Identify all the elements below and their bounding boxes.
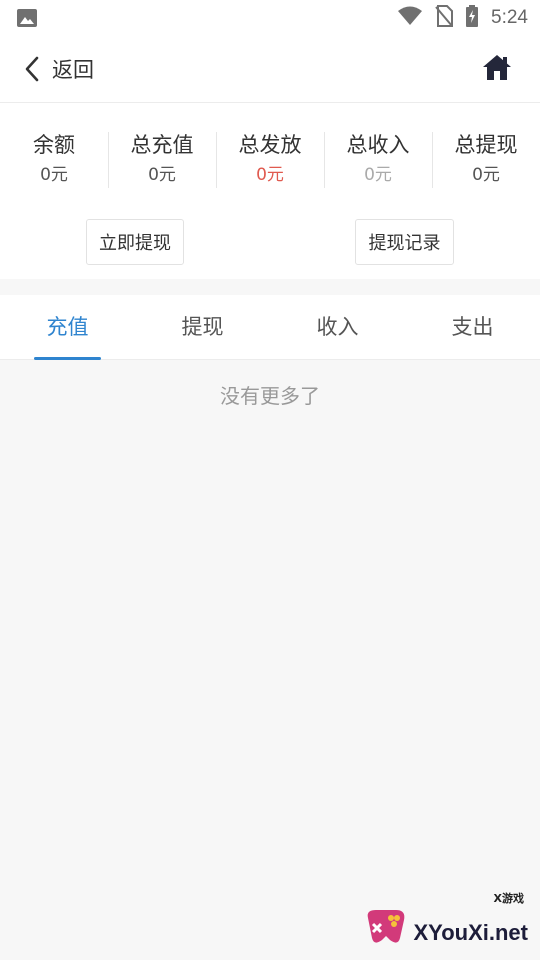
- gamepad-logo-icon: [362, 902, 410, 950]
- status-bar: 5:24: [0, 0, 540, 36]
- tab-recharge[interactable]: 充值: [0, 295, 135, 360]
- tab-income[interactable]: 收入: [270, 295, 405, 359]
- stats-row: 余额 0元 总充值 0元 总发放 0元 总收入 0元 总提现 0元: [0, 127, 540, 191]
- stat-value: 0元: [40, 165, 68, 185]
- tab-expense[interactable]: 支出: [405, 295, 540, 359]
- stat-value: 0元: [364, 165, 392, 185]
- gallery-icon: [16, 8, 38, 28]
- stat-total-recharge: 总充值 0元: [108, 127, 216, 191]
- watermark-small-text: X游戏: [493, 892, 524, 905]
- stats-card: 余额 0元 总充值 0元 总发放 0元 总收入 0元 总提现 0元 立即提现 提…: [0, 103, 540, 279]
- stat-total-issued: 总发放 0元: [216, 127, 324, 191]
- stat-value: 0元: [148, 165, 176, 185]
- withdraw-records-button[interactable]: 提现记录: [355, 219, 454, 265]
- stat-label: 总发放: [238, 133, 302, 157]
- status-time: 5:24: [491, 7, 528, 28]
- nav-bar: 返回: [0, 36, 540, 103]
- watermark: X游戏 XYouXi.net: [362, 892, 532, 950]
- back-label: 返回: [52, 58, 94, 82]
- chevron-left-icon: [24, 56, 40, 82]
- back-button[interactable]: 返回: [24, 50, 94, 88]
- stat-total-income: 总收入 0元: [324, 127, 432, 191]
- battery-charging-icon: [465, 5, 479, 31]
- empty-state-message: 没有更多了: [220, 384, 320, 408]
- stat-label: 总收入: [346, 133, 410, 157]
- withdraw-now-button[interactable]: 立即提现: [86, 219, 184, 265]
- wifi-icon: [397, 6, 423, 30]
- stat-label: 余额: [33, 133, 75, 157]
- stat-label: 总充值: [130, 133, 194, 157]
- stat-value: 0元: [256, 165, 284, 185]
- tab-bar: 充值 提现 收入 支出: [0, 295, 540, 360]
- stat-balance: 余额 0元: [0, 127, 108, 191]
- stat-label: 总提现: [454, 133, 518, 157]
- stat-value: 0元: [472, 165, 500, 185]
- no-sim-icon: [435, 5, 454, 31]
- tab-withdraw[interactable]: 提现: [135, 295, 270, 359]
- watermark-site-text: XYouXi.net: [413, 920, 529, 945]
- stat-total-withdrawal: 总提现 0元: [432, 127, 540, 191]
- home-icon[interactable]: [482, 52, 516, 86]
